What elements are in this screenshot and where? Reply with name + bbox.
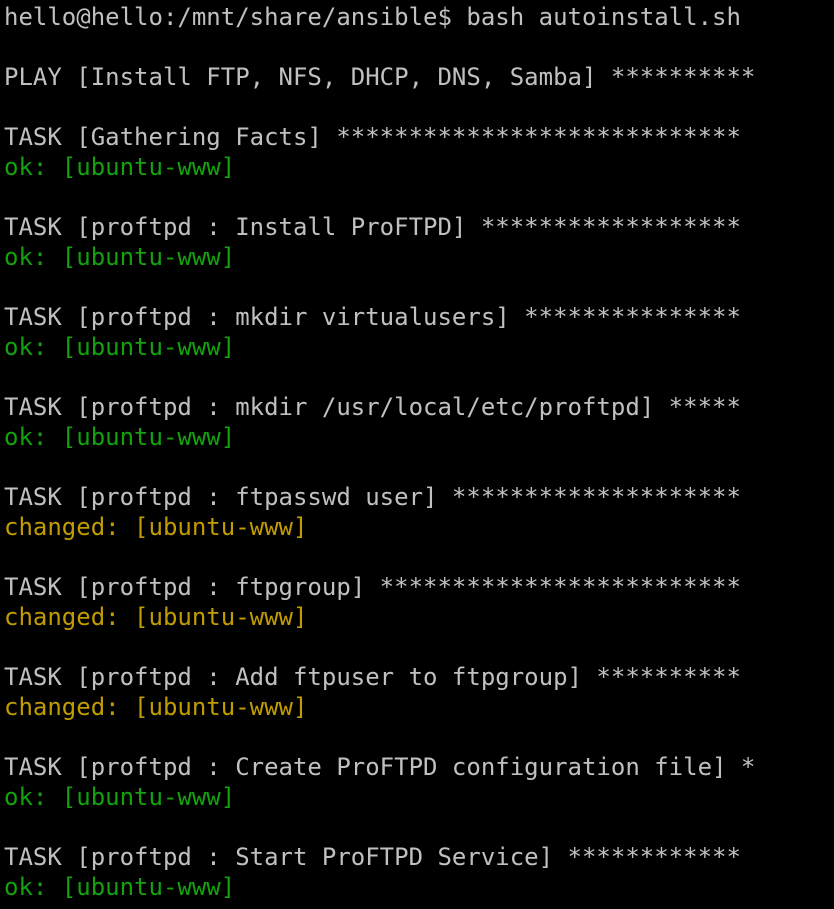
- task-header-add-ftpuser: TASK [proftpd : Add ftpuser to ftpgroup]…: [4, 663, 741, 691]
- task-header-start-service: TASK [proftpd : Start ProFTPD Service] *…: [4, 843, 741, 871]
- task-header-ftpasswd-user: TASK [proftpd : ftpasswd user] *********…: [4, 483, 741, 511]
- task-result-changed: changed: [ubuntu-www]: [4, 693, 308, 721]
- task-header-mkdir-etc-proftpd: TASK [proftpd : mkdir /usr/local/etc/pro…: [4, 393, 741, 421]
- task-result-changed: changed: [ubuntu-www]: [4, 513, 308, 541]
- play-header: PLAY [Install FTP, NFS, DHCP, DNS, Samba…: [4, 63, 756, 91]
- task-header-ftpgroup: TASK [proftpd : ftpgroup] **************…: [4, 573, 741, 601]
- task-header-create-config: TASK [proftpd : Create ProFTPD configura…: [4, 753, 756, 781]
- task-result-ok: ok: [ubuntu-www]: [4, 333, 236, 361]
- task-result-ok: ok: [ubuntu-www]: [4, 783, 236, 811]
- task-result-ok: ok: [ubuntu-www]: [4, 243, 236, 271]
- terminal-window[interactable]: hello@hello:/mnt/share/ansible$ bash aut…: [0, 0, 834, 909]
- task-header-mkdir-virtualusers: TASK [proftpd : mkdir virtualusers] ****…: [4, 303, 741, 331]
- task-result-changed: changed: [ubuntu-www]: [4, 603, 308, 631]
- task-result-ok: ok: [ubuntu-www]: [4, 873, 236, 901]
- task-header-gathering-facts: TASK [Gathering Facts] *****************…: [4, 123, 741, 151]
- task-result-ok: ok: [ubuntu-www]: [4, 153, 236, 181]
- task-result-ok: ok: [ubuntu-www]: [4, 423, 236, 451]
- shell-prompt-line: hello@hello:/mnt/share/ansible$ bash aut…: [4, 3, 741, 31]
- task-header-install-proftpd: TASK [proftpd : Install ProFTPD] *******…: [4, 213, 741, 241]
